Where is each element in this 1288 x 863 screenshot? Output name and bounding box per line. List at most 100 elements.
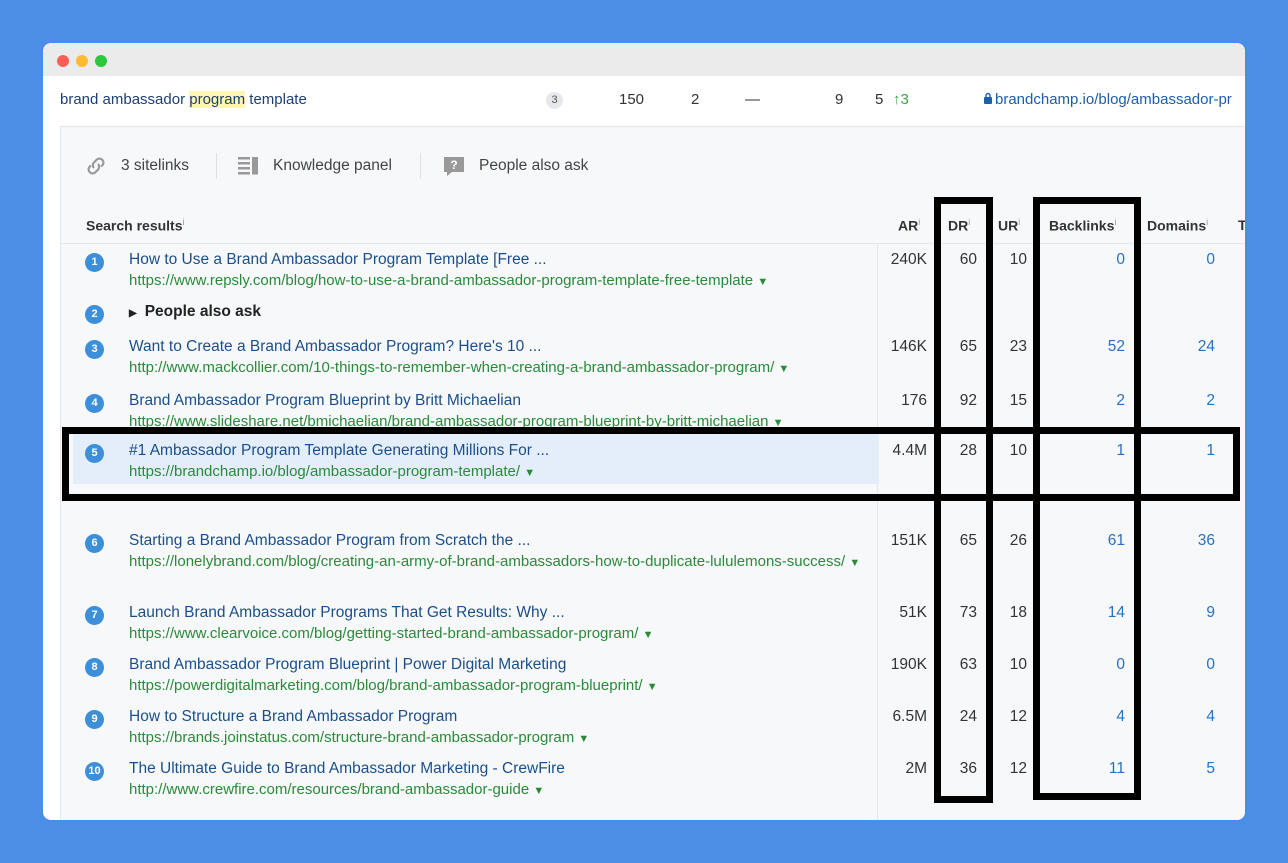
serp-overview-panel: 3 sitelinks Knowledge panel ? People als… [60, 126, 1245, 820]
ur-value: 15 [1009, 392, 1027, 409]
caret-down-icon[interactable]: ▼ [778, 363, 789, 375]
backlinks-value[interactable]: 52 [1041, 338, 1125, 356]
backlinks-value[interactable]: 0 [1041, 656, 1125, 674]
ranking-url[interactable]: brandchamp.io/blog/ambassador-pr [983, 91, 1232, 108]
serp-features-bar: 3 sitelinks Knowledge panel ? People als… [61, 127, 1245, 202]
rank-badge: 5 [85, 444, 104, 463]
people-also-ask-toggle[interactable]: ▶ People also ask [129, 303, 261, 321]
result-title-link[interactable]: Brand Ambassador Program Blueprint | Pow… [129, 656, 566, 674]
result-title-link[interactable]: Want to Create a Brand Ambassador Progra… [129, 338, 541, 356]
clicks-value: 9 [835, 91, 844, 108]
dr-value: 24 [959, 708, 977, 725]
result-title-link[interactable]: Brand Ambassador Program Blueprint by Br… [129, 392, 521, 410]
volume-value: 150 [619, 91, 645, 108]
rank-badge: 4 [85, 394, 104, 413]
rank-badge: 7 [85, 606, 104, 625]
domains-value[interactable]: 0 [1141, 251, 1215, 269]
caret-down-icon[interactable]: ▼ [773, 417, 784, 429]
dr-value: 36 [959, 760, 977, 777]
ur-value: 10 [1009, 656, 1027, 673]
header-backlinks[interactable]: Backlinksi [1049, 217, 1116, 234]
caret-down-icon[interactable]: ▼ [757, 276, 768, 288]
dr-value: 60 [959, 251, 977, 268]
caret-down-icon[interactable]: ▼ [647, 681, 658, 693]
backlinks-value[interactable]: 61 [1041, 532, 1125, 550]
header-search-results: Search resultsi [86, 217, 185, 234]
domains-value[interactable]: 5 [1141, 760, 1215, 778]
domains-value[interactable]: 36 [1141, 532, 1215, 550]
domains-value[interactable]: 9 [1141, 604, 1215, 622]
domains-value[interactable]: 24 [1141, 338, 1215, 356]
rank-badge: 8 [85, 658, 104, 677]
caret-down-icon[interactable]: ▼ [533, 785, 544, 797]
result-url-link[interactable]: http://www.mackcollier.com/10-things-to-… [129, 358, 869, 379]
result-url-link[interactable]: https://brandchamp.io/blog/ambassador-pr… [129, 462, 869, 483]
result-url-link[interactable]: https://lonelybrand.com/blog/creating-an… [129, 552, 869, 573]
domains-value[interactable]: 4 [1141, 708, 1215, 726]
result-title-link[interactable]: Starting a Brand Ambassador Program from… [129, 532, 530, 550]
caret-down-icon[interactable]: ▼ [578, 733, 589, 745]
page-content: brand ambassador program template 3 150 … [43, 76, 1245, 820]
domains-value[interactable]: 2 [1141, 392, 1215, 410]
result-url-link[interactable]: https://www.repsly.com/blog/how-to-use-a… [129, 271, 869, 292]
ar-value: 176 [901, 392, 927, 409]
backlinks-value[interactable]: 11 [1041, 760, 1125, 778]
feature-people-also-ask: ? People also ask [441, 151, 588, 181]
cpc-value: — [745, 91, 760, 108]
ar-value: 146K [890, 338, 927, 355]
result-url-link[interactable]: http://www.crewfire.com/resources/brand-… [129, 780, 869, 801]
svg-text:?: ? [450, 158, 457, 172]
backlinks-value[interactable]: 14 [1041, 604, 1125, 622]
keyword-highlight: program [189, 91, 246, 108]
ur-value: 12 [1009, 760, 1027, 777]
result-title-link[interactable]: The Ultimate Guide to Brand Ambassador M… [129, 760, 565, 778]
result-url-link[interactable]: https://www.clearvoice.com/blog/getting-… [129, 624, 869, 645]
result-url-link[interactable]: https://www.slideshare.net/bmichaelian/b… [129, 412, 869, 433]
domains-value[interactable]: 1 [1141, 442, 1215, 460]
header-ur[interactable]: URi [998, 217, 1020, 234]
caret-down-icon[interactable]: ▼ [524, 467, 535, 479]
ur-value: 26 [1009, 532, 1027, 549]
backlinks-value[interactable]: 4 [1041, 708, 1125, 726]
link-icon [83, 153, 109, 179]
title-bar [43, 43, 1245, 76]
backlinks-value[interactable]: 0 [1041, 251, 1125, 269]
caret-down-icon[interactable]: ▼ [643, 629, 654, 641]
ur-value: 10 [1009, 251, 1027, 268]
result-title-link[interactable]: How to Use a Brand Ambassador Program Te… [129, 251, 547, 269]
rank-badge: 6 [85, 534, 104, 553]
result-url-link[interactable]: https://powerdigitalmarketing.com/blog/b… [129, 676, 869, 697]
maximize-window-button[interactable] [95, 55, 107, 67]
header-dr[interactable]: DRi [948, 217, 970, 234]
backlinks-value[interactable]: 2 [1041, 392, 1125, 410]
result-title-link[interactable]: #1 Ambassador Program Template Generatin… [129, 442, 549, 460]
result-title-link[interactable]: Launch Brand Ambassador Programs That Ge… [129, 604, 565, 622]
feature-divider [216, 153, 217, 179]
header-domains[interactable]: Domainsi [1147, 217, 1208, 234]
serp-feature-count-badge: 3 [546, 92, 563, 109]
rank-badge: 2 [85, 305, 104, 324]
result-title-link[interactable]: How to Structure a Brand Ambassador Prog… [129, 708, 457, 726]
lock-icon [983, 91, 995, 108]
rank-badge: 1 [85, 253, 104, 272]
header-ar[interactable]: ARi [898, 217, 920, 234]
minimize-window-button[interactable] [76, 55, 88, 67]
close-window-button[interactable] [57, 55, 69, 67]
ur-value: 12 [1009, 708, 1027, 725]
ar-value: 240K [890, 251, 927, 268]
ur-value: 10 [1009, 442, 1027, 459]
domains-value[interactable]: 0 [1141, 656, 1215, 674]
ar-value: 2M [905, 760, 927, 777]
rank-badge: 3 [85, 340, 104, 359]
caret-down-icon[interactable]: ▼ [849, 557, 860, 569]
keyword-link[interactable]: brand ambassador program template [60, 91, 307, 108]
result-url-link[interactable]: https://brands.joinstatus.com/structure-… [129, 728, 869, 749]
ar-value: 190K [890, 656, 927, 673]
feature-knowledge-panel: Knowledge panel [235, 151, 392, 181]
position-change-value: ↑3 [893, 91, 909, 108]
dr-value: 63 [959, 656, 977, 673]
caret-right-icon: ▶ [129, 308, 137, 319]
feature-sitelinks: 3 sitelinks [83, 151, 189, 181]
backlinks-value[interactable]: 1 [1041, 442, 1125, 460]
header-truncated: T [1238, 217, 1245, 233]
